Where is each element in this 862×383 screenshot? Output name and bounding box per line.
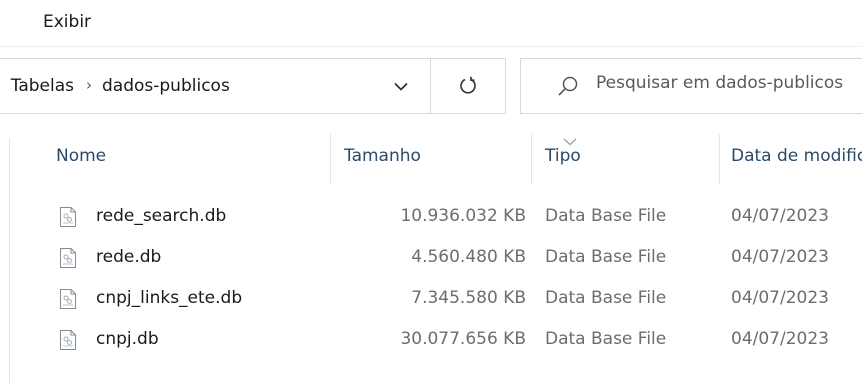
breadcrumb: Tabelas › dados-publicos [0, 76, 380, 100]
address-bar[interactable]: Tabelas › dados-publicos [0, 58, 506, 114]
column-header-date[interactable]: Data de modificação [731, 146, 862, 166]
column-divider[interactable] [719, 134, 720, 184]
refresh-icon [460, 76, 476, 94]
column-divider[interactable] [531, 134, 532, 184]
breadcrumb-separator-icon: › [86, 76, 92, 94]
breadcrumb-item-current[interactable]: dados-publicos [102, 76, 230, 96]
file-size: 10.936.032 KB [400, 206, 526, 226]
file-name: rede.db [96, 247, 162, 267]
file-type: Data Base File [545, 247, 667, 267]
file-date: 04/07/2023 [731, 329, 829, 349]
address-history-dropdown-button[interactable] [378, 59, 424, 113]
file-date: 04/07/2023 [731, 288, 829, 308]
file-size: 4.560.480 KB [411, 247, 526, 267]
file-name: cnpj_links_ete.db [96, 288, 243, 308]
file-row[interactable]: cnpj.db 30.077.656 KB Data Base File 04/… [12, 326, 862, 354]
file-size: 30.077.656 KB [400, 329, 526, 349]
file-icon [60, 289, 76, 309]
file-type: Data Base File [545, 288, 667, 308]
chevron-down-icon [394, 82, 408, 91]
file-row[interactable]: rede.db 4.560.480 KB Data Base File 04/0… [12, 244, 862, 272]
column-divider[interactable] [330, 134, 331, 184]
file-row[interactable]: cnpj_links_ete.db 7.345.580 KB Data Base… [12, 285, 862, 313]
menu-bar: Exibir [0, 0, 862, 46]
breadcrumb-item-parent[interactable]: Tabelas [0, 76, 74, 96]
column-header-type[interactable]: Tipo [545, 146, 581, 166]
menu-divider [0, 46, 862, 47]
file-name: rede_search.db [96, 206, 227, 226]
file-size: 7.345.580 KB [411, 288, 526, 308]
menu-item-view[interactable]: Exibir [43, 12, 91, 32]
refresh-button[interactable] [431, 59, 505, 113]
file-date: 04/07/2023 [731, 247, 829, 267]
file-type: Data Base File [545, 329, 667, 349]
file-icon [60, 248, 76, 268]
file-type: Data Base File [545, 206, 667, 226]
navigation-pane-border [9, 138, 10, 383]
search-icon [557, 75, 579, 97]
file-icon [60, 330, 76, 350]
column-header-size[interactable]: Tamanho [344, 146, 421, 166]
file-name: cnpj.db [96, 329, 159, 349]
column-header-name[interactable]: Nome [56, 146, 106, 166]
search-box[interactable] [520, 58, 862, 114]
file-row[interactable]: rede_search.db 10.936.032 KB Data Base F… [12, 203, 862, 231]
file-icon [60, 207, 76, 227]
search-input[interactable] [596, 73, 862, 93]
file-date: 04/07/2023 [731, 206, 829, 226]
